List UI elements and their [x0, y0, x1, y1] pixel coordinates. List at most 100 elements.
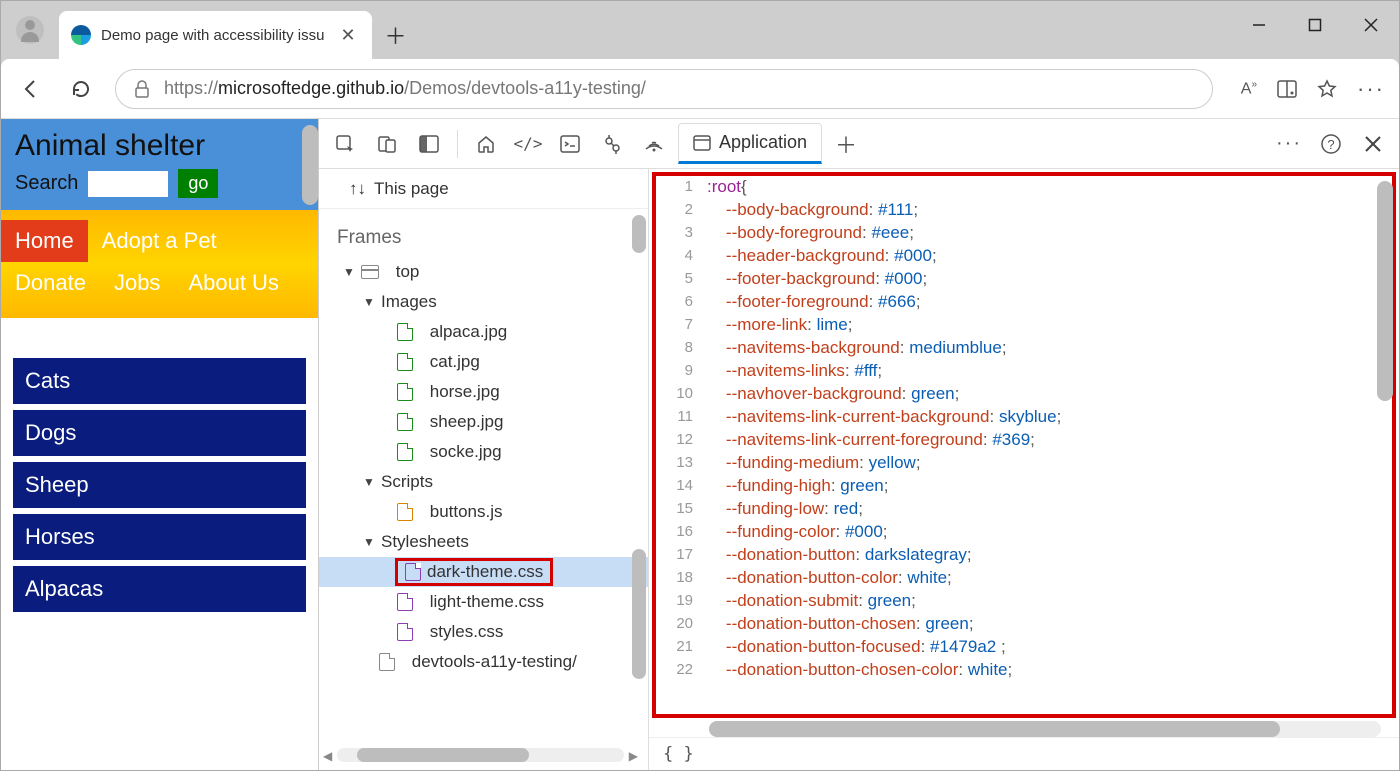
read-aloud-icon[interactable]: A» — [1241, 79, 1257, 98]
lock-icon — [134, 80, 150, 98]
code-line: 20 --donation-button-chosen: green; — [651, 612, 1397, 635]
tree-file[interactable]: sheep.jpg — [319, 407, 648, 437]
more-tabs-button[interactable]: ＋ — [828, 126, 864, 162]
close-window-button[interactable] — [1343, 1, 1399, 49]
category-item[interactable]: Dogs — [13, 410, 306, 456]
demo-page-panel: Animal shelter Search go Home Adopt a Pe… — [1, 119, 319, 770]
code-viewer[interactable]: 1:root{2 --body-background: #111;3 --bod… — [651, 171, 1397, 719]
this-page-row[interactable]: ↑↓ This page — [319, 169, 648, 209]
code-line: 10 --navhover-background: green; — [651, 382, 1397, 405]
sidebar-toggle-icon[interactable] — [411, 126, 447, 162]
code-line: 8 --navitems-background: mediumblue; — [651, 336, 1397, 359]
page-title: Animal shelter — [15, 129, 304, 163]
tree-file[interactable]: buttons.js — [319, 497, 648, 527]
inspect-icon[interactable] — [327, 126, 363, 162]
code-line: 12 --navitems-link-current-foreground: #… — [651, 428, 1397, 451]
maximize-button[interactable] — [1287, 1, 1343, 49]
code-line: 6 --footer-foreground: #666; — [651, 290, 1397, 313]
tree-images-folder[interactable]: ▼Images — [319, 287, 648, 317]
network-tab-icon[interactable] — [636, 126, 672, 162]
frames-scrollbar[interactable] — [632, 549, 646, 679]
refresh-button[interactable] — [65, 73, 97, 105]
tab-title: Demo page with accessibility issu — [101, 27, 324, 44]
category-item[interactable]: Sheep — [13, 462, 306, 508]
category-item[interactable]: Alpacas — [13, 566, 306, 612]
code-line: 9 --navitems-links: #fff; — [651, 359, 1397, 382]
window-controls — [1231, 1, 1399, 49]
nav-jobs[interactable]: Jobs — [100, 262, 174, 304]
nav-home[interactable]: Home — [1, 220, 88, 262]
address-bar-row: https://microsoftedge.github.io/Demos/de… — [1, 59, 1399, 119]
tree-file[interactable]: socke.jpg — [319, 437, 648, 467]
application-tab[interactable]: Application — [678, 123, 822, 164]
code-line: 11 --navitems-link-current-background: s… — [651, 405, 1397, 428]
tab-close-icon[interactable]: ✕ — [340, 25, 355, 46]
favorite-icon[interactable] — [1317, 79, 1337, 99]
go-button[interactable]: go — [178, 169, 218, 198]
code-line: 7 --more-link: lime; — [651, 313, 1397, 336]
category-item[interactable]: Cats — [13, 358, 306, 404]
category-item[interactable]: Horses — [13, 514, 306, 560]
svg-text:?: ? — [1327, 137, 1334, 152]
tree-file[interactable]: devtools-a11y-testing/ — [319, 647, 648, 677]
elements-tab-icon[interactable]: </> — [510, 126, 546, 162]
sources-tab-icon[interactable] — [594, 126, 630, 162]
code-scrollbar[interactable] — [1377, 181, 1393, 401]
edge-logo-icon — [71, 25, 91, 45]
frames-scrollbar[interactable] — [632, 215, 646, 253]
reader-mode-icon[interactable] — [1277, 80, 1297, 98]
address-actions: A» ··· — [1241, 76, 1385, 102]
back-button[interactable] — [15, 73, 47, 105]
tree-file[interactable]: cat.jpg — [319, 347, 648, 377]
tree-file[interactable]: alpaca.jpg — [319, 317, 648, 347]
nav-about[interactable]: About Us — [174, 262, 293, 304]
sort-icon: ↑↓ — [349, 179, 366, 199]
code-line: 5 --footer-background: #000; — [651, 267, 1397, 290]
tree-scripts-folder[interactable]: ▼Scripts — [319, 467, 648, 497]
script-file-icon — [397, 503, 413, 521]
profile-button[interactable] — [1, 1, 59, 59]
demo-nav: Home Adopt a Pet Donate Jobs About Us — [1, 210, 318, 318]
devtools-close-icon[interactable] — [1355, 126, 1391, 162]
code-line: 1:root{ — [651, 175, 1397, 198]
stylesheet-file-icon — [397, 593, 413, 611]
image-file-icon — [397, 443, 413, 461]
browser-tab[interactable]: Demo page with accessibility issu ✕ — [59, 11, 372, 59]
image-file-icon — [397, 323, 413, 341]
image-file-icon — [397, 353, 413, 371]
code-panel: 1:root{2 --body-background: #111;3 --bod… — [649, 169, 1399, 770]
image-file-icon — [397, 383, 413, 401]
demo-scrollbar[interactable] — [302, 125, 318, 205]
search-input[interactable] — [88, 171, 168, 197]
address-bar[interactable]: https://microsoftedge.github.io/Demos/de… — [115, 69, 1213, 109]
frames-h-scrollbar[interactable]: ◀ ▶ — [337, 748, 624, 762]
content-area: Animal shelter Search go Home Adopt a Pe… — [1, 119, 1399, 770]
minimize-button[interactable] — [1231, 1, 1287, 49]
tree-file[interactable]: horse.jpg — [319, 377, 648, 407]
code-h-scrollbar[interactable] — [709, 721, 1381, 737]
code-line: 3 --body-foreground: #eee; — [651, 221, 1397, 244]
document-file-icon — [379, 653, 395, 671]
device-icon[interactable] — [369, 126, 405, 162]
tree-file[interactable]: light-theme.css — [319, 587, 648, 617]
devtools-help-icon[interactable]: ? — [1313, 126, 1349, 162]
code-line: 18 --donation-button-color: white; — [651, 566, 1397, 589]
frames-header: Frames — [319, 209, 648, 257]
devtools-tabstrip: </> Application ＋ ··· ? — [319, 119, 1399, 169]
devtools-more-icon[interactable]: ··· — [1271, 126, 1307, 162]
tree-file-selected[interactable]: dark-theme.css — [319, 557, 648, 587]
new-tab-button[interactable]: ＋ — [372, 11, 420, 59]
code-line: 2 --body-background: #111; — [651, 198, 1397, 221]
nav-adopt[interactable]: Adopt a Pet — [88, 220, 231, 262]
code-line: 19 --donation-submit: green; — [651, 589, 1397, 612]
welcome-tab-icon[interactable] — [468, 126, 504, 162]
tree-file[interactable]: styles.css — [319, 617, 648, 647]
demo-header: Animal shelter Search go — [1, 119, 318, 210]
code-line: 22 --donation-button-chosen-color: white… — [651, 658, 1397, 681]
devtools-panel: </> Application ＋ ··· ? ↑↓ — [319, 119, 1399, 770]
tree-stylesheets-folder[interactable]: ▼Stylesheets — [319, 527, 648, 557]
tree-top[interactable]: ▼ top — [319, 257, 648, 287]
console-tab-icon[interactable] — [552, 126, 588, 162]
stylesheet-file-icon — [405, 563, 421, 581]
more-icon[interactable]: ··· — [1357, 76, 1385, 102]
